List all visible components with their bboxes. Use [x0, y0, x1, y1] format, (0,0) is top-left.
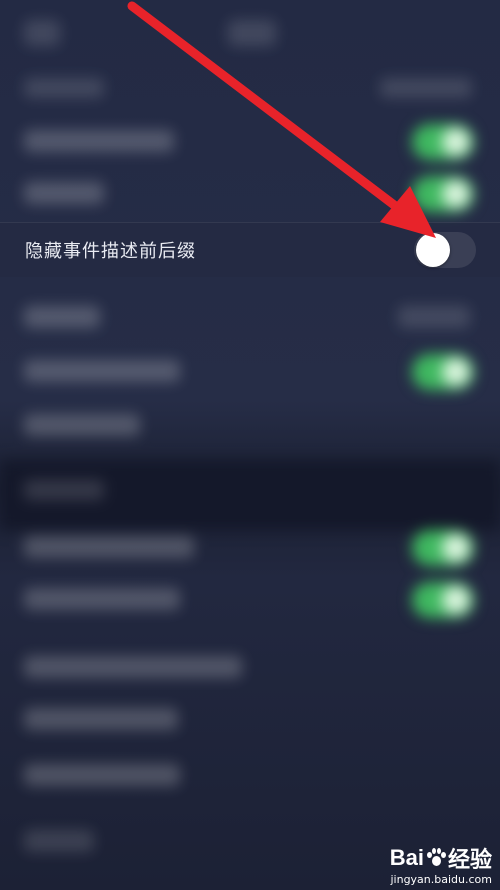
hide-affix-toggle[interactable] [414, 232, 476, 268]
blurred-row-label [24, 830, 94, 852]
blurred-row-label [24, 130, 174, 152]
baidu-jingyan-watermark: Bai 经验 jingyan.baidu.com [390, 842, 492, 886]
blurred-toggle [412, 530, 474, 566]
paw-icon [426, 848, 446, 868]
toggle-knob [416, 233, 450, 267]
blurred-section-header [24, 78, 104, 98]
watermark-logo-right: 经验 [447, 847, 492, 872]
watermark-url: jingyan.baidu.com [390, 873, 492, 886]
blurred-row-label [24, 764, 180, 786]
blurred-back-icon [24, 20, 60, 46]
blurred-section-header [24, 480, 104, 500]
blurred-row-label [24, 414, 140, 436]
setting-row-hide-event-affix: 隐藏事件描述前后缀 [0, 222, 500, 277]
watermark-logo: Bai 经验 [390, 842, 492, 874]
blurred-row-value [398, 306, 470, 328]
blurred-title [228, 20, 276, 46]
blurred-row-label [24, 306, 100, 328]
setting-label: 隐藏事件描述前后缀 [25, 241, 196, 262]
blurred-row-label [24, 656, 242, 678]
blurred-row-label [24, 536, 194, 558]
blurred-toggle [412, 176, 474, 212]
watermark-logo-left: Bai [389, 845, 424, 870]
blurred-row-label [24, 182, 104, 204]
blurred-toggle [412, 354, 474, 390]
blurred-row-label [24, 708, 178, 730]
blurred-toggle [412, 582, 474, 618]
blurred-toggle [412, 124, 474, 160]
blurred-row-label [24, 360, 180, 382]
blurred-row-label [24, 588, 180, 610]
blurred-header-value [380, 78, 472, 98]
blurred-settings-background [0, 0, 500, 890]
